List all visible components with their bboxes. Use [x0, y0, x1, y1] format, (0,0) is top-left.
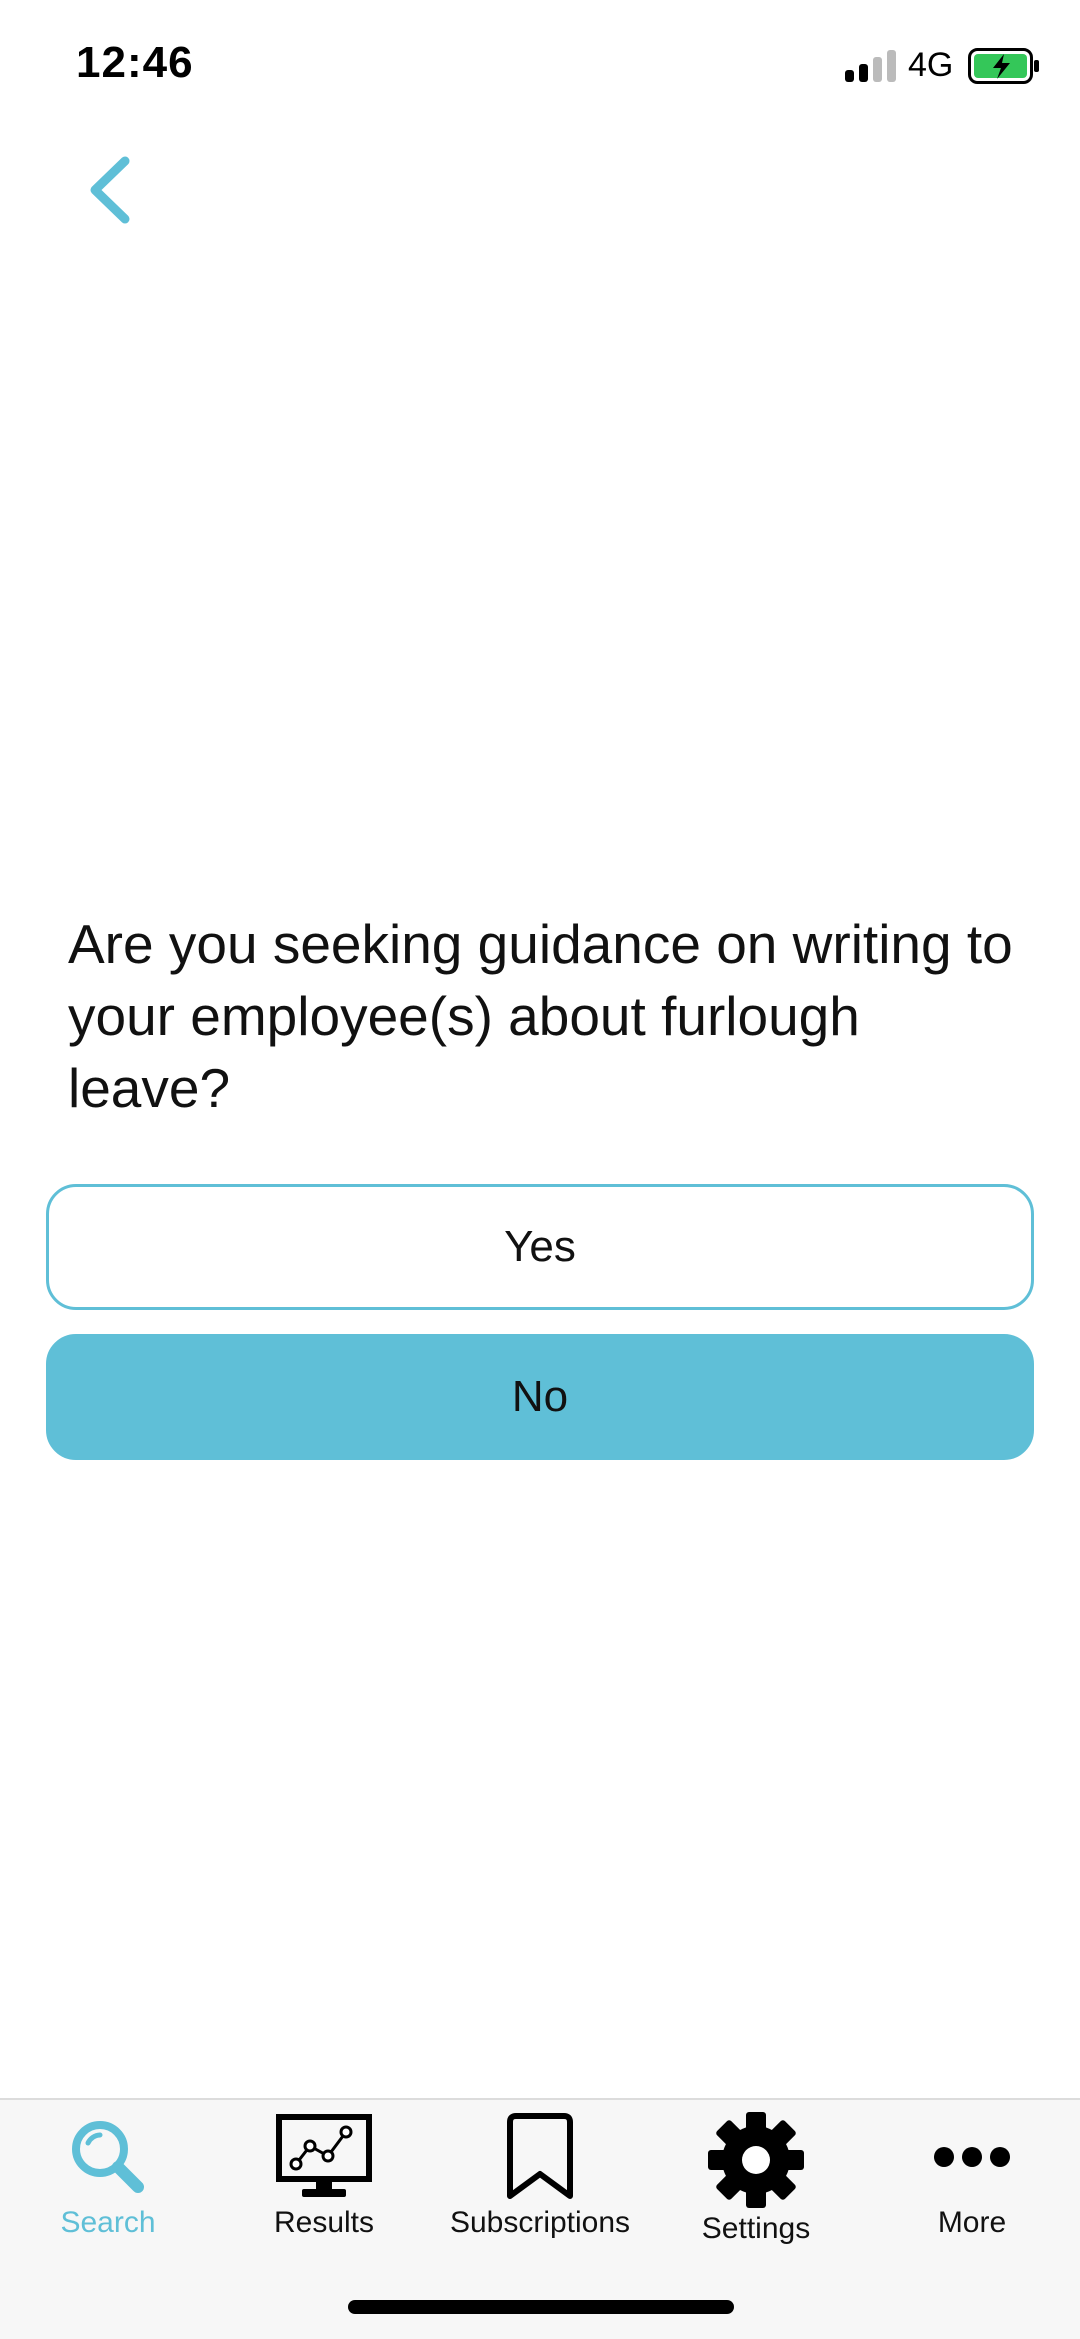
search-icon: [72, 2121, 144, 2193]
more-dots-icon: [934, 2147, 1010, 2167]
status-bar: 12:46 4G: [0, 0, 1080, 130]
tab-settings[interactable]: Settings: [648, 2100, 864, 2245]
tab-more-label: More: [937, 2206, 1007, 2239]
screen: 12:46 4G Are you seeking guidance on wri…: [0, 0, 1080, 2339]
network-type: 4G: [908, 46, 954, 84]
question-text: Are you seeking guidance on writing to y…: [68, 913, 1013, 1119]
status-time: 12:46: [76, 38, 194, 87]
tab-results[interactable]: Results: [216, 2100, 432, 2240]
bookmark-icon: [507, 2113, 573, 2199]
battery-charging-icon: [968, 48, 1039, 84]
tab-subscriptions-label: Subscriptions: [449, 2206, 631, 2239]
signal-icon: [845, 50, 897, 82]
tab-settings-label: Settings: [701, 2212, 811, 2245]
no-button[interactable]: No: [46, 1334, 1034, 1460]
gear-icon: [708, 2112, 804, 2208]
home-indicator[interactable]: [348, 2300, 734, 2314]
monitor-chart-icon: [276, 2114, 372, 2197]
chevron-left-icon: [90, 156, 130, 224]
yes-button[interactable]: Yes: [46, 1184, 1034, 1310]
tab-search-label: Search: [60, 2206, 156, 2239]
tab-subscriptions[interactable]: Subscriptions: [432, 2100, 648, 2240]
tab-search[interactable]: Search: [0, 2100, 216, 2240]
tab-results-label: Results: [273, 2206, 375, 2239]
back-button[interactable]: [70, 150, 150, 230]
tab-more[interactable]: More: [864, 2100, 1080, 2240]
